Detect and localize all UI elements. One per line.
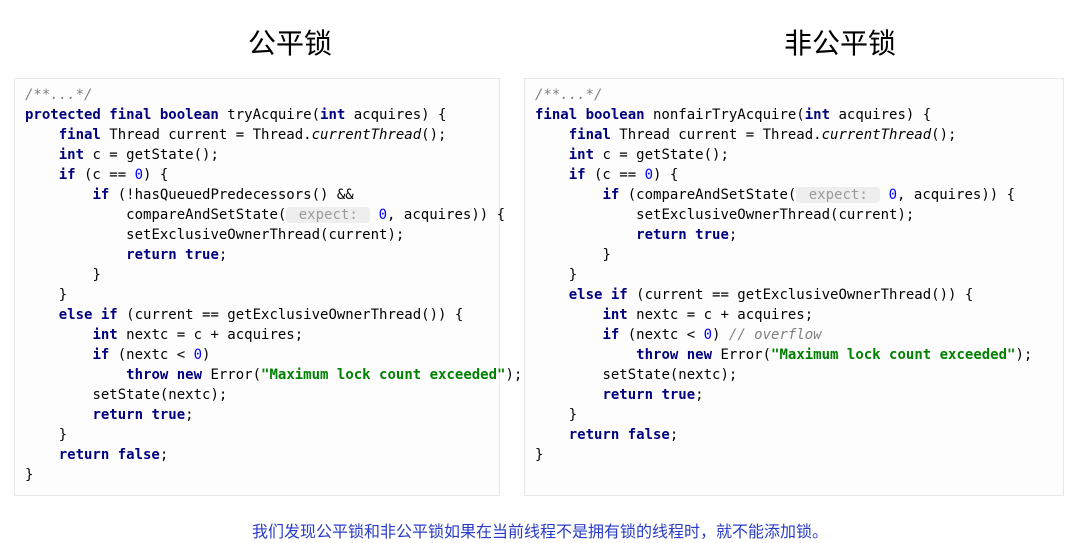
code-line: } bbox=[569, 407, 577, 423]
code-token: throw new bbox=[636, 347, 712, 363]
code-token: "Maximum lock count exceeded" bbox=[771, 347, 1015, 363]
code-token: nextc = c + acquires; bbox=[628, 307, 813, 323]
code-token: acquires) { bbox=[830, 107, 931, 123]
code-token: nonfairTryAcquire( bbox=[645, 107, 805, 123]
code-token: throw new bbox=[126, 367, 202, 383]
code-token: return false bbox=[569, 427, 670, 443]
code-token: int bbox=[320, 107, 345, 123]
code-fair-lock: /**...*/ protected final boolean tryAcqu… bbox=[14, 78, 500, 496]
code-token: 0 bbox=[645, 167, 653, 183]
code-token: , acquires)) { bbox=[897, 187, 1015, 203]
code-token: currentThread bbox=[312, 127, 422, 143]
code-line: } bbox=[59, 427, 67, 443]
hint-pill: expect: bbox=[796, 187, 880, 203]
code-token: ) { bbox=[653, 167, 678, 183]
code-token: else if bbox=[569, 287, 628, 303]
code-token: 0 bbox=[194, 347, 202, 363]
code-token: else if bbox=[59, 307, 118, 323]
code-token: c = getState(); bbox=[594, 147, 729, 163]
code-token: acquires) { bbox=[345, 107, 446, 123]
code-line: } bbox=[25, 467, 33, 483]
code-token: // overflow bbox=[729, 327, 822, 343]
code-line: setState(nextc); bbox=[602, 367, 737, 383]
code-line: /**...*/ bbox=[25, 87, 92, 103]
code-token: ) bbox=[712, 327, 729, 343]
code-token: ; bbox=[670, 427, 678, 443]
code-token: tryAcquire( bbox=[219, 107, 320, 123]
code-token: (current == getExclusiveOwnerThread()) { bbox=[118, 307, 464, 323]
code-line: } bbox=[569, 267, 577, 283]
code-token: ; bbox=[185, 407, 193, 423]
code-token: return true bbox=[126, 247, 219, 263]
code-token: if bbox=[602, 187, 619, 203]
code-columns: /**...*/ protected final boolean tryAcqu… bbox=[0, 78, 1080, 496]
titles-row: 公平锁 非公平锁 bbox=[0, 0, 1080, 62]
code-token: ; bbox=[729, 227, 737, 243]
hint-pill: expect: bbox=[286, 207, 370, 223]
code-token: (compareAndSetState( bbox=[619, 187, 796, 203]
code-token: int bbox=[805, 107, 830, 123]
title-nonfair-lock: 非公平锁 bbox=[540, 22, 1080, 62]
code-line: setExclusiveOwnerThread(current); bbox=[636, 207, 914, 223]
code-token: (); bbox=[421, 127, 446, 143]
code-token: return true bbox=[602, 387, 695, 403]
code-token: , acquires)) { bbox=[387, 207, 505, 223]
code-token: ) bbox=[202, 347, 210, 363]
code-token: (c == bbox=[586, 167, 645, 183]
code-token: compareAndSetState( bbox=[126, 207, 286, 223]
code-token: nextc = c + acquires; bbox=[118, 327, 303, 343]
code-line: setExclusiveOwnerThread(current); bbox=[126, 227, 404, 243]
code-token: c = getState(); bbox=[84, 147, 219, 163]
code-token: return false bbox=[59, 447, 160, 463]
code-token: Error( bbox=[712, 347, 771, 363]
code-token: 0 bbox=[704, 327, 712, 343]
code-token: Thread current = Thread. bbox=[611, 127, 822, 143]
code-token: if bbox=[92, 187, 109, 203]
code-token: int bbox=[569, 147, 594, 163]
code-token: ) { bbox=[143, 167, 168, 183]
code-line: } bbox=[602, 247, 610, 263]
code-nonfair-lock: /**...*/ final boolean nonfairTryAcquire… bbox=[524, 78, 1064, 496]
code-line: } bbox=[92, 267, 100, 283]
code-token: (nextc < bbox=[619, 327, 703, 343]
code-token: if bbox=[59, 167, 76, 183]
code-token: ); bbox=[1015, 347, 1032, 363]
code-token: final boolean bbox=[535, 107, 645, 123]
code-line: } bbox=[59, 287, 67, 303]
caption-text: 我们发现公平锁和非公平锁如果在当前线程不是拥有锁的线程时，就不能添加锁。 所以它… bbox=[252, 520, 1080, 543]
code-token: int bbox=[59, 147, 84, 163]
caption-line: 我们发现公平锁和非公平锁如果在当前线程不是拥有锁的线程时，就不能添加锁。 bbox=[252, 520, 1080, 543]
code-line: } bbox=[535, 447, 543, 463]
code-token: ); bbox=[505, 367, 522, 383]
code-token: final bbox=[569, 127, 611, 143]
code-line: /**...*/ bbox=[535, 87, 602, 103]
code-token: 0 bbox=[135, 167, 143, 183]
code-token: (nextc < bbox=[109, 347, 193, 363]
code-token: "Maximum lock count exceeded" bbox=[261, 367, 505, 383]
code-token: int bbox=[602, 307, 627, 323]
code-token: ; bbox=[695, 387, 703, 403]
code-token: ; bbox=[219, 247, 227, 263]
code-line: setState(nextc); bbox=[92, 387, 227, 403]
code-token: int bbox=[92, 327, 117, 343]
code-token: (); bbox=[931, 127, 956, 143]
code-token: (c == bbox=[76, 167, 135, 183]
code-token: Error( bbox=[202, 367, 261, 383]
code-token: if bbox=[569, 167, 586, 183]
title-fair-lock: 公平锁 bbox=[0, 22, 540, 62]
code-token: (!hasQueuedPredecessors() && bbox=[109, 187, 353, 203]
code-token: Thread current = Thread. bbox=[101, 127, 312, 143]
code-token: (current == getExclusiveOwnerThread()) { bbox=[628, 287, 974, 303]
code-token: ; bbox=[160, 447, 168, 463]
code-token: return true bbox=[92, 407, 185, 423]
code-token: return true bbox=[636, 227, 729, 243]
code-token: protected final boolean bbox=[25, 107, 219, 123]
code-token: 0 bbox=[379, 207, 387, 223]
code-token: if bbox=[602, 327, 619, 343]
code-token: 0 bbox=[889, 187, 897, 203]
code-token: if bbox=[92, 347, 109, 363]
code-token: final bbox=[59, 127, 101, 143]
code-token: currentThread bbox=[822, 127, 932, 143]
